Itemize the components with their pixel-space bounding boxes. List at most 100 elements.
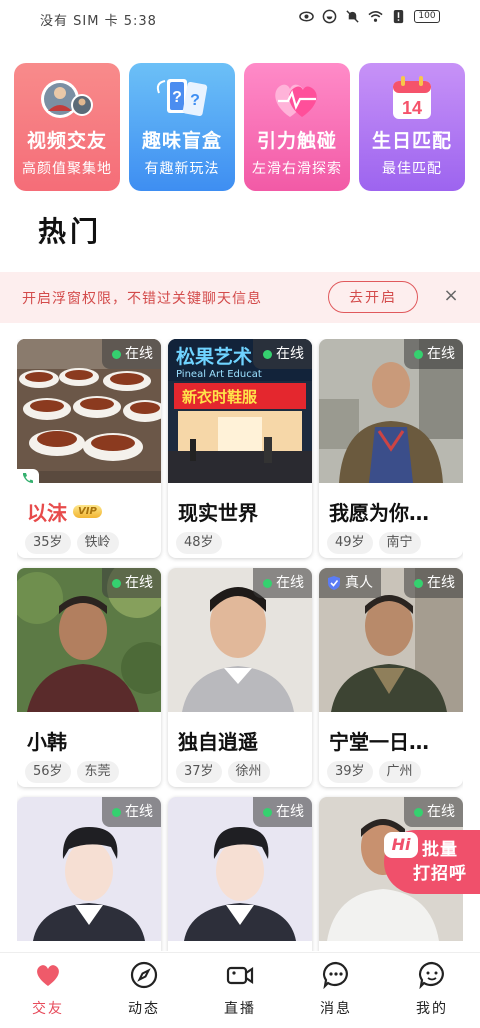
online-badge: 在线: [253, 568, 312, 598]
city-tag: 铁岭: [76, 532, 119, 554]
feature-subtitle: 左滑右滑探索: [252, 161, 342, 177]
wifi-icon: [368, 11, 383, 22]
mystery-box-icon: ? ?: [156, 79, 208, 117]
online-badge: 在线: [102, 568, 161, 598]
profile-name: 以沫 VIP: [27, 497, 102, 526]
chat-bubble-icon: [323, 961, 348, 989]
profile-card[interactable]: 松果艺术 Pineal Art Educat 新衣时鞋服 在线 现实世界 48岁: [168, 339, 312, 558]
calendar-14-icon: 14: [393, 76, 431, 119]
photo-sign-sub: Pineal Art Educat: [176, 369, 262, 380]
online-dot: [112, 349, 121, 359]
bottom-nav: 交友 动态 直播 消息 我的: [0, 952, 480, 1028]
age-tag: 39岁: [327, 761, 373, 783]
svg-text:?: ?: [190, 92, 200, 109]
profile-card[interactable]: 在线: [168, 797, 312, 951]
profile-name-text: 以沫: [27, 501, 67, 525]
profile-card[interactable]: 在线 我愿为你… 49岁 南宁: [319, 339, 463, 558]
feature-title: 趣味盲盒: [141, 130, 222, 152]
online-label: 在线: [276, 804, 304, 820]
age-tag: 35岁: [25, 532, 71, 554]
online-dot: [414, 578, 423, 588]
profile-face-icon: [419, 961, 444, 989]
eye-icon: [299, 11, 314, 22]
online-dot: [414, 807, 423, 817]
batch-greet-button[interactable]: Hi 批量 打招呼: [384, 830, 480, 894]
alert-icon: [393, 9, 404, 24]
city-tag: 徐州: [227, 761, 270, 783]
nav-profile[interactable]: 我的: [384, 953, 480, 1028]
profile-name: 现实世界: [178, 501, 258, 525]
online-badge: 在线: [102, 797, 161, 827]
online-label: 在线: [427, 575, 455, 591]
nav-label: 直播: [224, 1001, 256, 1017]
profile-card[interactable]: 在线 独自逍遥 37岁 徐州: [168, 568, 312, 787]
vip-badge: VIP: [73, 505, 102, 518]
heart-icon: [37, 965, 59, 986]
online-label: 在线: [125, 804, 153, 820]
profile-name: 小韩: [27, 730, 67, 754]
online-badge: 在线: [404, 568, 463, 598]
profile-card[interactable]: 在线 小韩 56岁 东莞: [17, 568, 161, 787]
nav-label: 消息: [320, 1001, 352, 1017]
age-tag: 49岁: [327, 532, 373, 554]
feature-subtitle: 最佳匹配: [382, 161, 442, 177]
batch-greet-line2: 打招呼: [413, 864, 467, 884]
profile-card[interactable]: 在线 以沫 VIP 35岁 铁岭: [17, 339, 161, 558]
enable-permission-button[interactable]: 去开启: [328, 281, 418, 313]
online-label: 在线: [125, 575, 153, 591]
video-camera-icon: [226, 966, 254, 985]
nav-moments[interactable]: 动态: [96, 953, 192, 1028]
feature-title: 生日匹配: [371, 130, 452, 152]
online-label: 在线: [276, 346, 304, 362]
feature-title: 引力触碰: [256, 130, 337, 152]
feature-video-dating[interactable]: 视频交友 高颜值聚集地: [14, 63, 120, 191]
mute-bell-icon: [346, 10, 359, 23]
profile-card[interactable]: 在线: [17, 797, 161, 951]
calendar-day-number: 14: [402, 98, 422, 118]
feature-subtitle: 高颜值聚集地: [22, 161, 112, 177]
feature-gravity-touch[interactable]: 引力触碰 左滑右滑探索: [244, 63, 350, 191]
nav-label: 交友: [32, 1001, 64, 1017]
online-dot: [414, 349, 423, 359]
heart-pulse-icon: [275, 84, 317, 117]
svg-text:?: ?: [172, 89, 182, 106]
online-badge: 在线: [404, 797, 463, 827]
photo-sign-text: 松果艺术: [176, 345, 252, 368]
city-tag: 南宁: [378, 532, 421, 554]
phone-icon: [17, 469, 39, 485]
profile-tags: 48岁: [176, 532, 222, 554]
nav-messages[interactable]: 消息: [288, 953, 384, 1028]
photo-shop-text: 新衣时鞋服: [182, 388, 258, 406]
batch-greet-label: 批量 打招呼: [408, 838, 472, 886]
profile-name: 宁堂一日…: [329, 730, 429, 754]
online-dot: [112, 578, 121, 588]
feature-subtitle: 有趣新玩法: [144, 161, 220, 177]
nav-live[interactable]: 直播: [192, 953, 288, 1028]
age-tag: 37岁: [176, 761, 222, 783]
verified-badge: 真人: [319, 568, 381, 598]
batch-greet-line1: 批量: [422, 840, 458, 860]
online-badge: 在线: [253, 797, 312, 827]
age-tag: 56岁: [25, 761, 71, 783]
online-badge: 在线: [404, 339, 463, 369]
close-icon[interactable]: ×: [441, 286, 461, 306]
do-not-disturb-icon: [322, 9, 337, 24]
profile-card[interactable]: 真人 在线 宁堂一日… 39岁 广州: [319, 568, 463, 787]
feature-birthday-match[interactable]: 14 生日匹配 最佳匹配: [359, 63, 465, 191]
city-tag: 广州: [378, 761, 421, 783]
age-tag: 48岁: [176, 532, 222, 554]
online-label: 在线: [427, 804, 455, 820]
profile-tags: 37岁 徐州: [176, 761, 270, 783]
online-label: 在线: [125, 346, 153, 362]
section-title-hot: 热门: [38, 215, 103, 248]
video-avatars-icon: [41, 80, 93, 118]
online-badge: 在线: [102, 339, 161, 369]
nav-dating[interactable]: 交友: [0, 953, 96, 1028]
shield-check-icon: [328, 576, 340, 590]
profile-tags: 35岁 铁岭: [25, 532, 119, 554]
nav-label: 动态: [128, 1001, 160, 1017]
profile-name: 独自逍遥: [178, 730, 258, 754]
online-dot: [263, 807, 272, 817]
feature-mystery-box[interactable]: ? ? 趣味盲盒 有趣新玩法: [129, 63, 235, 191]
online-label: 在线: [276, 575, 304, 591]
